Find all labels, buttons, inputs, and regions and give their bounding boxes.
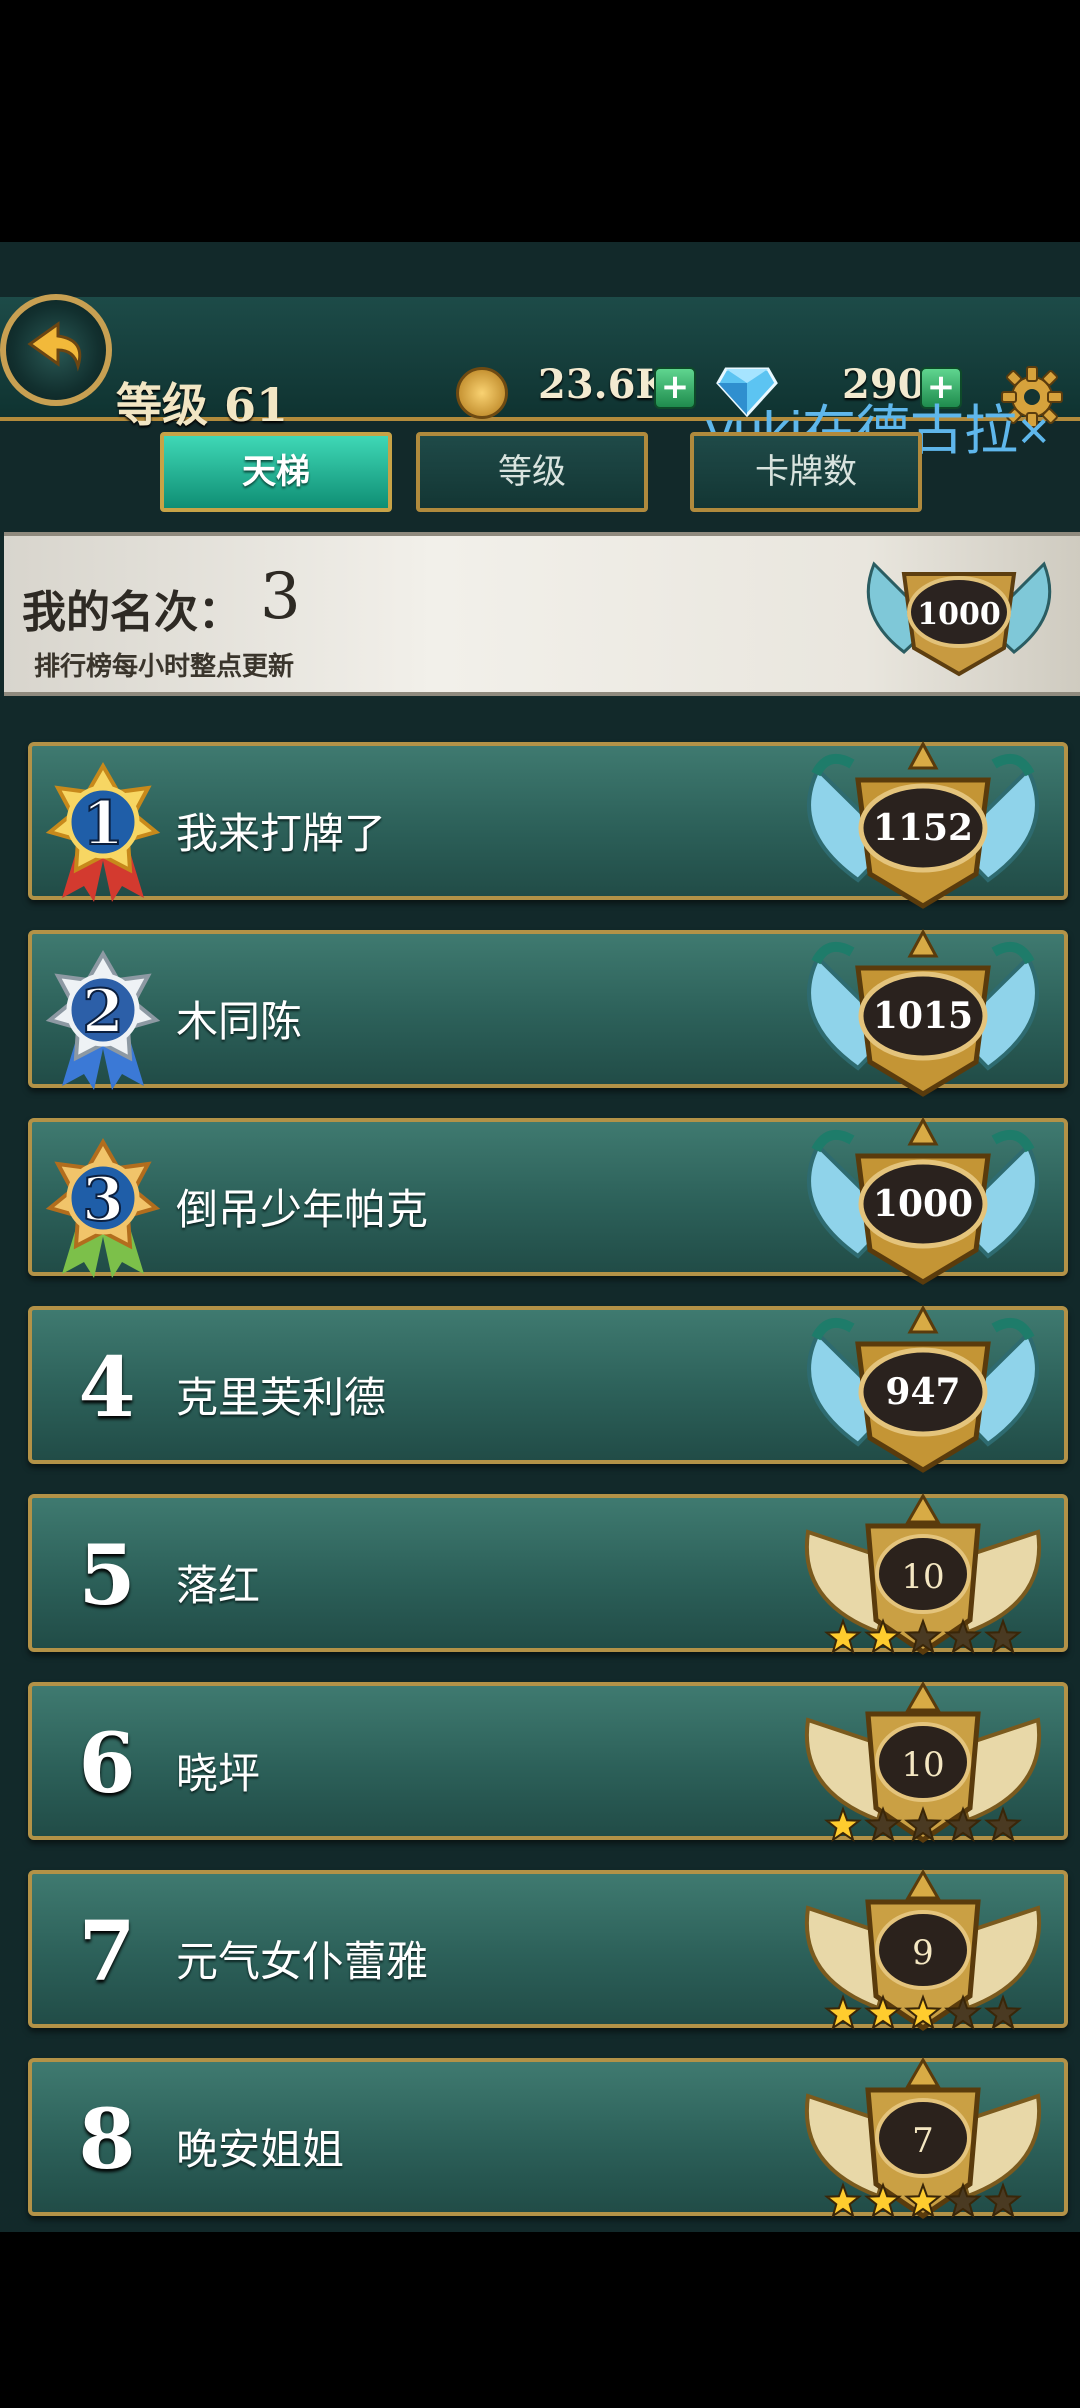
leaderboard-row[interactable]: 2 木同陈 1015 [28,928,1068,1097]
ladder-score-value: 1015 [873,995,973,1037]
rank-tier-badge: 10 [804,1492,1042,1656]
star-filled-icon [824,2182,862,2219]
medal-rank-number: 3 [82,1165,124,1235]
player-name: 元气女仆蕾雅 [176,1937,429,1986]
my-score-value: 1000 [917,597,1001,632]
player-name: 晚安姐姐 [176,2125,345,2174]
star-empty-icon [984,1806,1022,1843]
star-empty-icon [984,1994,1022,2031]
player-name: 克里芙利德 [176,1373,387,1422]
tier-level-value: 7 [912,2121,934,2161]
leaderboard-row[interactable]: 1 我来打牌了 1152 [28,740,1068,909]
star-filled-icon [824,1994,862,2031]
rank-medal-icon: 1 [45,762,161,902]
rank-number: 4 [78,1340,136,1436]
star-filled-icon [824,1806,862,1843]
tier-level-value: 10 [901,1557,944,1597]
tier-level-value: 9 [912,1933,934,1973]
rank-number: 8 [78,2092,136,2188]
leaderboard-row[interactable]: 4 克里芙利德 947 [28,1304,1068,1473]
star-filled-icon [824,1618,862,1655]
player-name: 木同陈 [176,997,303,1046]
tier-level-value: 10 [901,1745,944,1785]
rank-tier-badge: 9 [804,1868,1042,2032]
leaderboard-row[interactable]: 5 落红 10 [28,1492,1068,1656]
star-empty-icon [984,2182,1022,2219]
ladder-score-badge: 1000 [807,1116,1039,1285]
leaderboard-screen: 等级 61 23.6K + 290 + yuki在德古拉× 天梯 等级 卡牌数 … [0,242,1080,2232]
rank-tier-badge: 7 [804,2056,1042,2220]
ladder-score-value: 1152 [873,807,973,849]
player-name: 我来打牌了 [176,809,387,858]
my-rank-value: 3 [260,560,301,634]
back-button[interactable] [0,294,112,406]
ladder-score-value: 947 [885,1371,960,1413]
rank-tier-badge: 10 [804,1680,1042,1844]
leaderboard-row[interactable]: 6 晓坪 10 [28,1680,1068,1844]
player-level: 等级 61 [116,378,289,432]
ladder-score-value: 1000 [873,1183,973,1225]
back-arrow-icon [27,321,82,372]
leaderboard-row[interactable]: 8 晚安姐姐 7 [28,2056,1068,2220]
leaderboard-row[interactable]: 3 倒吊少年帕克 1000 [28,1116,1068,1285]
rank-medal-icon: 2 [45,950,161,1090]
coin-amount: 23.6K [538,361,671,408]
player-name: 落红 [176,1561,261,1610]
add-coins-button[interactable]: + [654,367,696,409]
player-name: 晓坪 [176,1749,261,1798]
coin-icon [456,367,508,419]
star-empty-icon [984,1618,1022,1655]
tab-card-count[interactable]: 卡牌数 [690,432,922,512]
rank-number: 5 [78,1528,136,1624]
ladder-score-badge: 1015 [807,928,1039,1097]
player-name: 倒吊少年帕克 [176,1185,429,1234]
ladder-score-badge: 1152 [807,740,1039,909]
leaderboard-row[interactable]: 7 元气女仆蕾雅 9 [28,1868,1068,2032]
rank-number: 6 [78,1716,136,1812]
rank-medal-icon: 3 [45,1138,161,1278]
medal-rank-number: 2 [82,977,124,1047]
my-score-badge: 1000 [866,561,1052,677]
update-note: 排行榜每小时整点更新 [34,652,295,682]
tab-ladder[interactable]: 天梯 [160,432,392,512]
tab-level[interactable]: 等级 [416,432,648,512]
medal-rank-number: 1 [82,789,124,859]
rank-number: 7 [78,1904,136,2000]
ladder-score-badge: 947 [807,1304,1039,1473]
my-rank-banner: 我的名次： 3 排行榜每小时整点更新 1000 [4,532,1080,696]
my-rank-label: 我的名次： [22,587,242,638]
